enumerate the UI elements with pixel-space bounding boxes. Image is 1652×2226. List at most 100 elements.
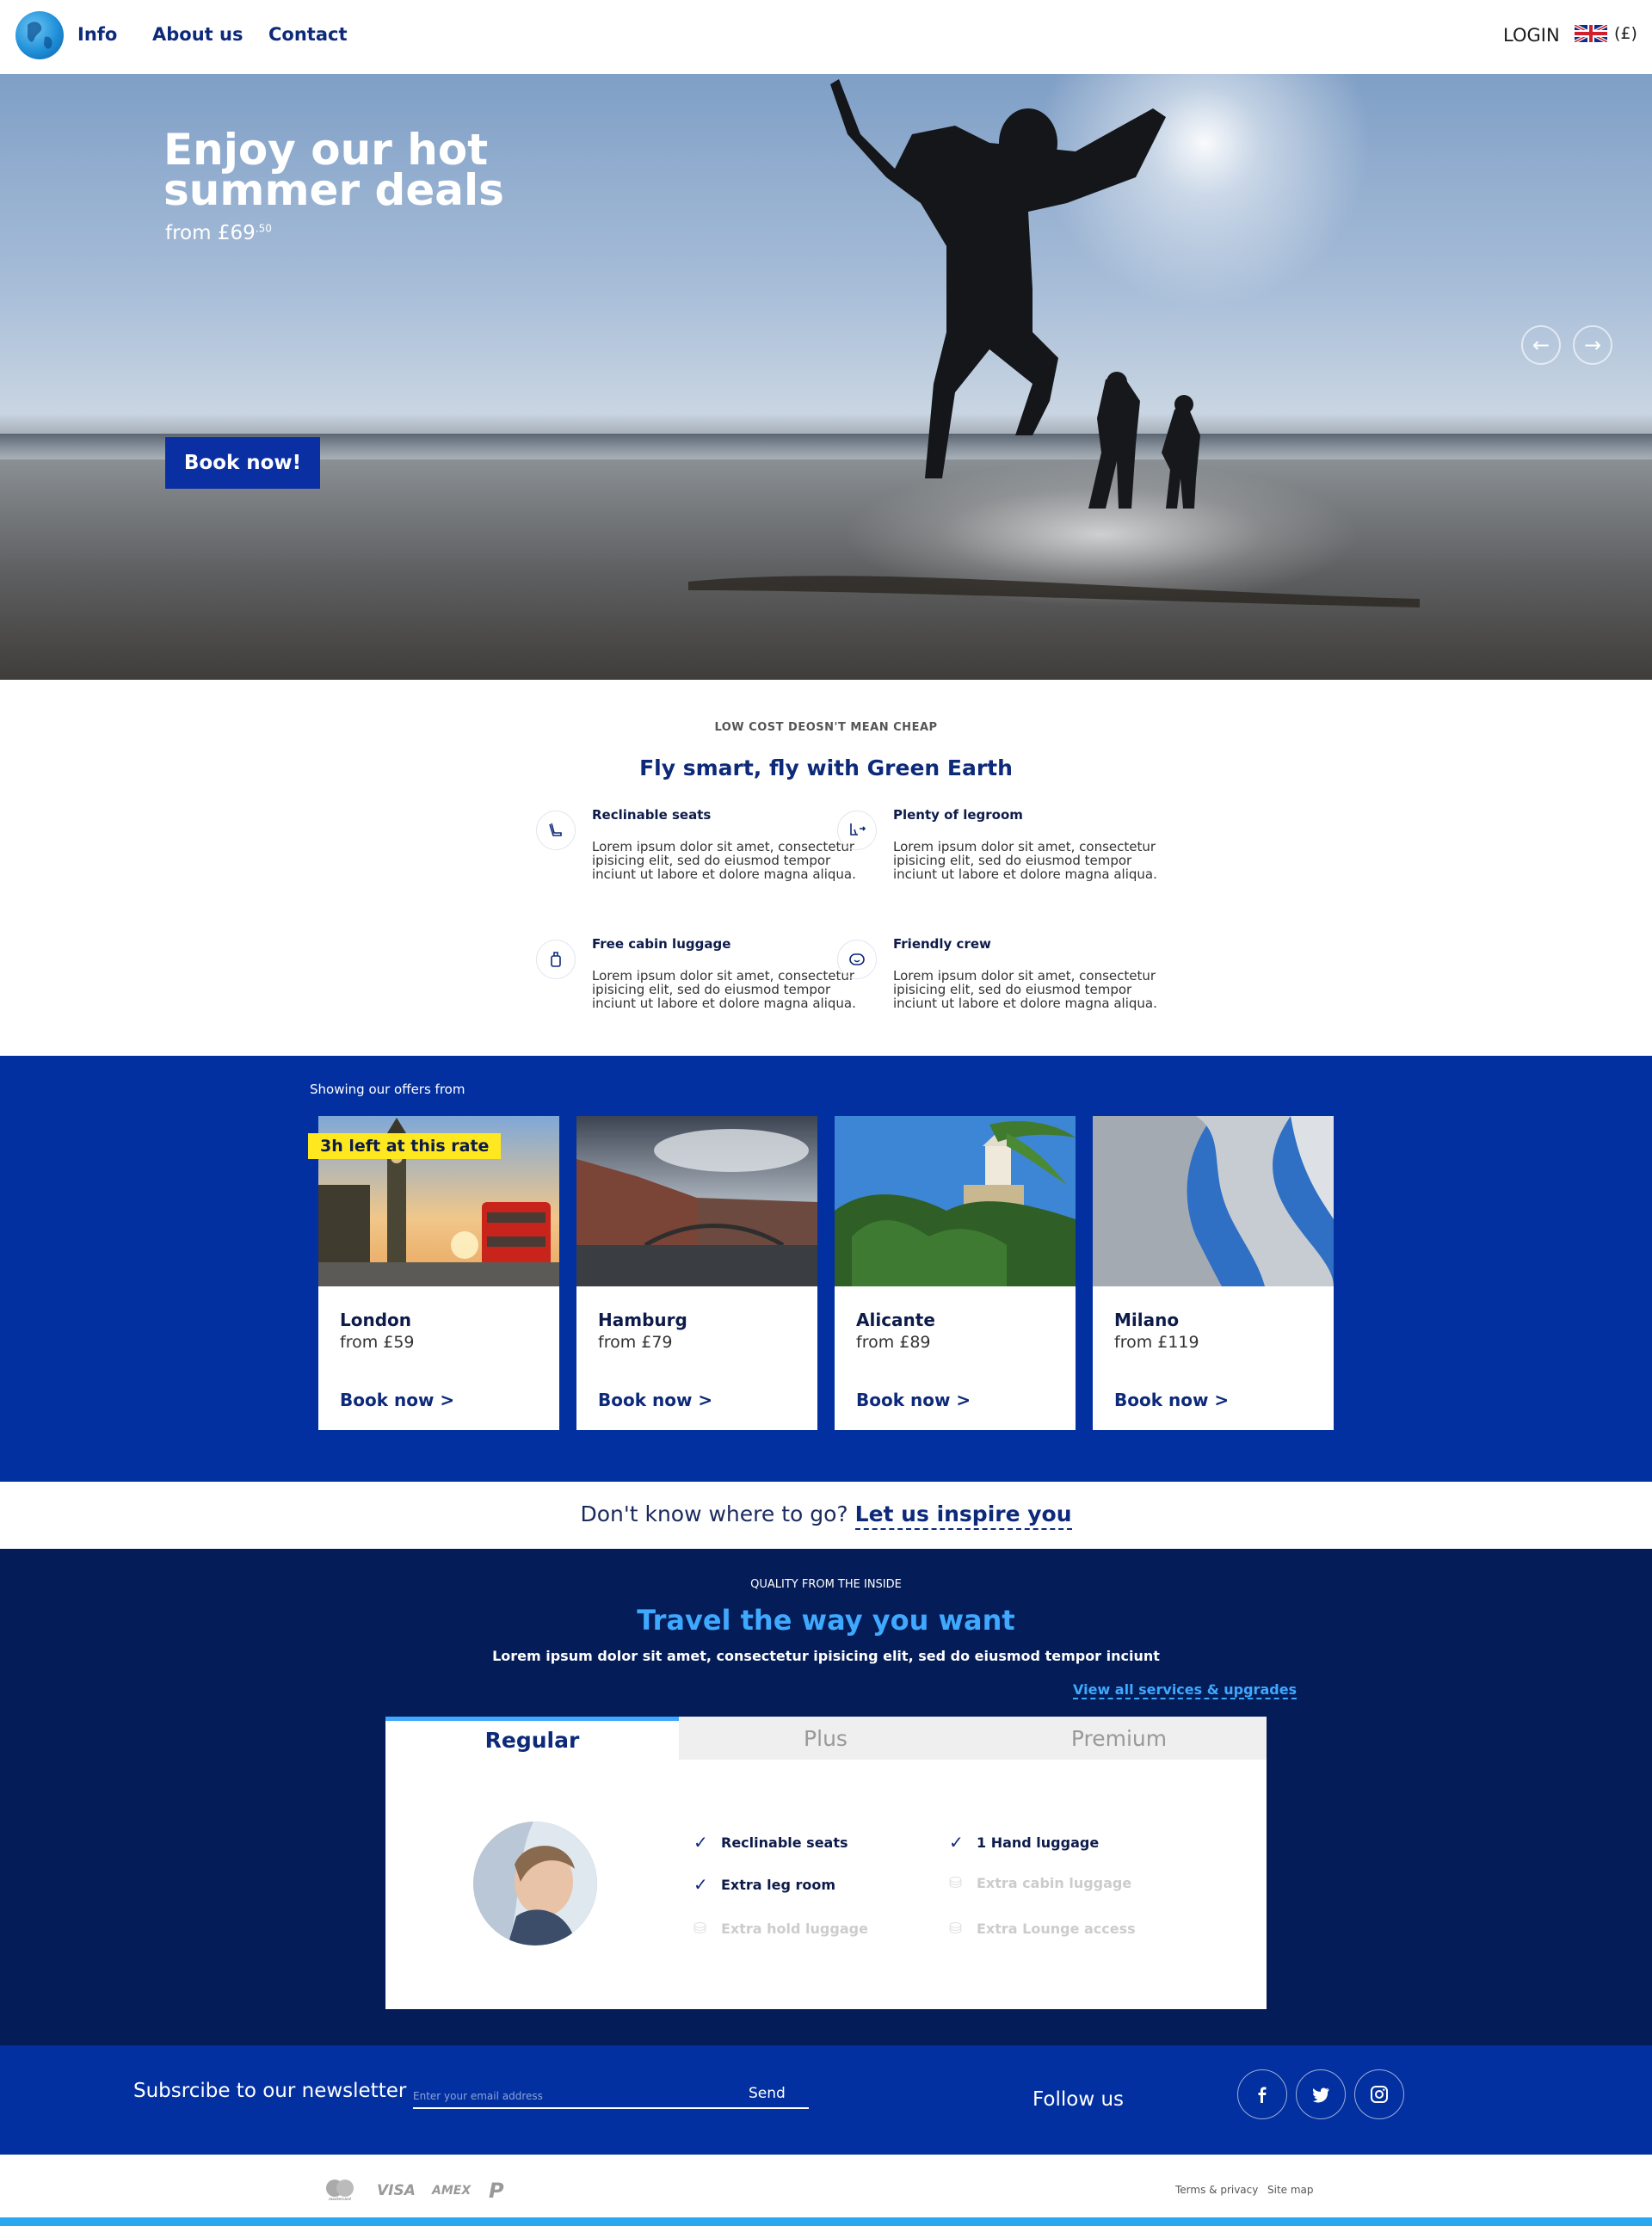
coins-icon: ⛁ <box>693 1920 707 1938</box>
currency-label: (£) <box>1614 24 1637 43</box>
site-footer: mastercard VISA AMEX P Terms & privacy S… <box>0 2155 1652 2217</box>
svg-text:mastercard: mastercard <box>329 2197 351 2201</box>
card-book-link[interactable]: Book now > <box>340 1390 454 1410</box>
benefit-label: Extra cabin luggage <box>977 1875 1132 1891</box>
luggage-icon <box>536 940 576 979</box>
carousel-next-icon[interactable]: → <box>1573 325 1612 365</box>
feature-text: Lorem ipsum dolor sit amet, consectetur … <box>893 968 1157 1011</box>
card-city: Alicante <box>856 1310 935 1330</box>
coins-icon: ⛁ <box>949 1920 963 1938</box>
nav-about-link[interactable]: About us <box>152 24 243 45</box>
offers-label: Showing our offers from <box>310 1082 465 1097</box>
card-city: London <box>340 1310 412 1330</box>
card-book-link[interactable]: Book now > <box>1114 1390 1229 1410</box>
quality-kicker: QUALITY FROM THE INSIDE <box>750 1578 902 1591</box>
globe-logo-icon[interactable] <box>15 11 64 59</box>
card-price: from £79 <box>598 1333 673 1352</box>
time-left-badge: 3h left at this rate <box>308 1133 502 1159</box>
inspire-link[interactable]: Let us inspire you <box>854 1501 1072 1530</box>
check-icon: ✓ <box>693 1832 708 1853</box>
amex-icon: AMEX <box>432 2184 472 2198</box>
facebook-icon[interactable] <box>1237 2069 1287 2119</box>
feature-title: Friendly crew <box>893 936 991 952</box>
fare-tabs: Regular Plus Premium <box>385 1717 1267 1760</box>
site-map-link[interactable]: Site map <box>1267 2184 1314 2196</box>
instagram-icon[interactable] <box>1354 2069 1404 2119</box>
nav-contact-link[interactable]: Contact <box>268 24 348 45</box>
offer-card-milano[interactable]: Milano from £119 Book now > <box>1093 1116 1334 1430</box>
alicante-photo <box>835 1116 1076 1286</box>
benefit-label: Extra leg room <box>721 1876 836 1893</box>
site-header: Info About us Contact LOGIN (£) <box>0 0 1652 74</box>
feature-text: Lorem ipsum dolor sit amet, consectetur … <box>893 839 1157 882</box>
smile-icon <box>837 940 877 979</box>
card-book-link[interactable]: Book now > <box>856 1390 971 1410</box>
login-link[interactable]: LOGIN <box>1503 25 1560 46</box>
card-city: Milano <box>1114 1310 1180 1330</box>
seat-icon <box>536 811 576 850</box>
footer-accent-bar <box>0 2217 1652 2226</box>
quality-title: Travel the way you want <box>637 1604 1015 1637</box>
card-price: from £119 <box>1114 1333 1199 1352</box>
quality-section: QUALITY FROM THE INSIDE Travel the way y… <box>0 1549 1652 2045</box>
terms-privacy-link[interactable]: Terms & privacy <box>1175 2184 1258 2196</box>
coins-icon: ⛁ <box>949 1874 963 1892</box>
feature-title: Free cabin luggage <box>592 936 731 952</box>
uk-flag-icon <box>1575 25 1607 42</box>
check-icon: ✓ <box>693 1874 708 1895</box>
offer-card-hamburg[interactable]: Hamburg from £79 Book now > <box>576 1116 817 1430</box>
newsletter-input-underline <box>413 2107 809 2109</box>
hero-title: Enjoy our hot summer deals <box>163 125 504 215</box>
benefit-extra-hold-luggage: ⛁ Extra hold luggage <box>693 1920 868 1938</box>
tab-premium[interactable]: Premium <box>972 1717 1266 1760</box>
benefit-hand-luggage: ✓ 1 Hand luggage <box>949 1832 1099 1853</box>
carousel-prev-icon[interactable]: ← <box>1521 325 1561 365</box>
tab-regular[interactable]: Regular <box>385 1717 679 1760</box>
twitter-icon[interactable] <box>1296 2069 1346 2119</box>
benefit-label: Extra hold luggage <box>721 1921 868 1937</box>
feature-title: Plenty of legroom <box>893 807 1023 823</box>
language-currency-selector[interactable]: (£) <box>1575 24 1637 43</box>
newsletter-label: Subsrcibe to our newsletter <box>133 2080 407 2102</box>
feature-text: Lorem ipsum dolor sit amet, consectetur … <box>592 968 856 1011</box>
inspire-question: Don't know where to go? <box>580 1501 848 1526</box>
tab-plus[interactable]: Plus <box>679 1717 972 1760</box>
visa-icon: VISA <box>377 2182 416 2199</box>
inspire-banner: Don't know where to go? Let us inspire y… <box>0 1501 1652 1530</box>
benefit-label: Extra Lounge access <box>977 1921 1136 1937</box>
hero-banner: Enjoy our hot summer deals from £69.50 B… <box>0 74 1652 680</box>
benefit-extra-lounge-access: ⛁ Extra Lounge access <box>949 1920 1136 1938</box>
benefit-extra-cabin-luggage: ⛁ Extra cabin luggage <box>949 1874 1131 1892</box>
nav-info-link[interactable]: Info <box>77 24 117 45</box>
features-kicker: LOW COST DEOSN'T MEAN CHEAP <box>714 721 938 734</box>
legroom-icon <box>837 811 877 850</box>
hero-price: from £69.50 <box>165 222 272 244</box>
offer-card-alicante[interactable]: Alicante from £89 Book now > <box>835 1116 1076 1430</box>
view-services-link[interactable]: View all services & upgrades <box>1073 1681 1298 1699</box>
newsletter-send-button[interactable]: Send <box>749 2085 786 2102</box>
fare-panel: ✓ Reclinable seats ✓ 1 Hand luggage ✓ Ex… <box>385 1760 1267 2009</box>
offers-section: Showing our offers from 3h left at this … <box>0 1056 1652 1482</box>
quality-subtitle: Lorem ipsum dolor sit amet, consectetur … <box>492 1648 1160 1664</box>
follow-us-label: Follow us <box>1032 2088 1125 2111</box>
feature-text: Lorem ipsum dolor sit amet, consectetur … <box>592 839 856 882</box>
feature-friendly-crew: Friendly crew Lorem ipsum dolor sit amet… <box>837 936 1168 1011</box>
benefit-label: Reclinable seats <box>721 1834 848 1851</box>
milano-photo <box>1093 1116 1334 1286</box>
feature-title: Reclinable seats <box>592 807 712 823</box>
feature-reclinable-seats: Reclinable seats Lorem ipsum dolor sit a… <box>536 807 867 882</box>
card-price: from £89 <box>856 1333 931 1352</box>
newsletter-bar: Subsrcibe to our newsletter Send Follow … <box>0 2045 1652 2155</box>
paypal-icon: P <box>489 2179 504 2203</box>
passenger-photo <box>473 1822 597 1945</box>
card-city: Hamburg <box>598 1310 687 1330</box>
benefit-extra-leg-room: ✓ Extra leg room <box>693 1874 835 1895</box>
offer-card-london[interactable]: 3h left at this rate London from £59 Boo… <box>308 1116 559 1430</box>
newsletter-email-input[interactable] <box>413 2087 723 2106</box>
check-icon: ✓ <box>949 1832 964 1853</box>
hamburg-photo <box>576 1116 817 1286</box>
feature-legroom: Plenty of legroom Lorem ipsum dolor sit … <box>837 807 1168 882</box>
card-book-link[interactable]: Book now > <box>598 1390 712 1410</box>
hero-book-button[interactable]: Book now! <box>165 437 320 489</box>
card-price: from £59 <box>340 1333 415 1352</box>
